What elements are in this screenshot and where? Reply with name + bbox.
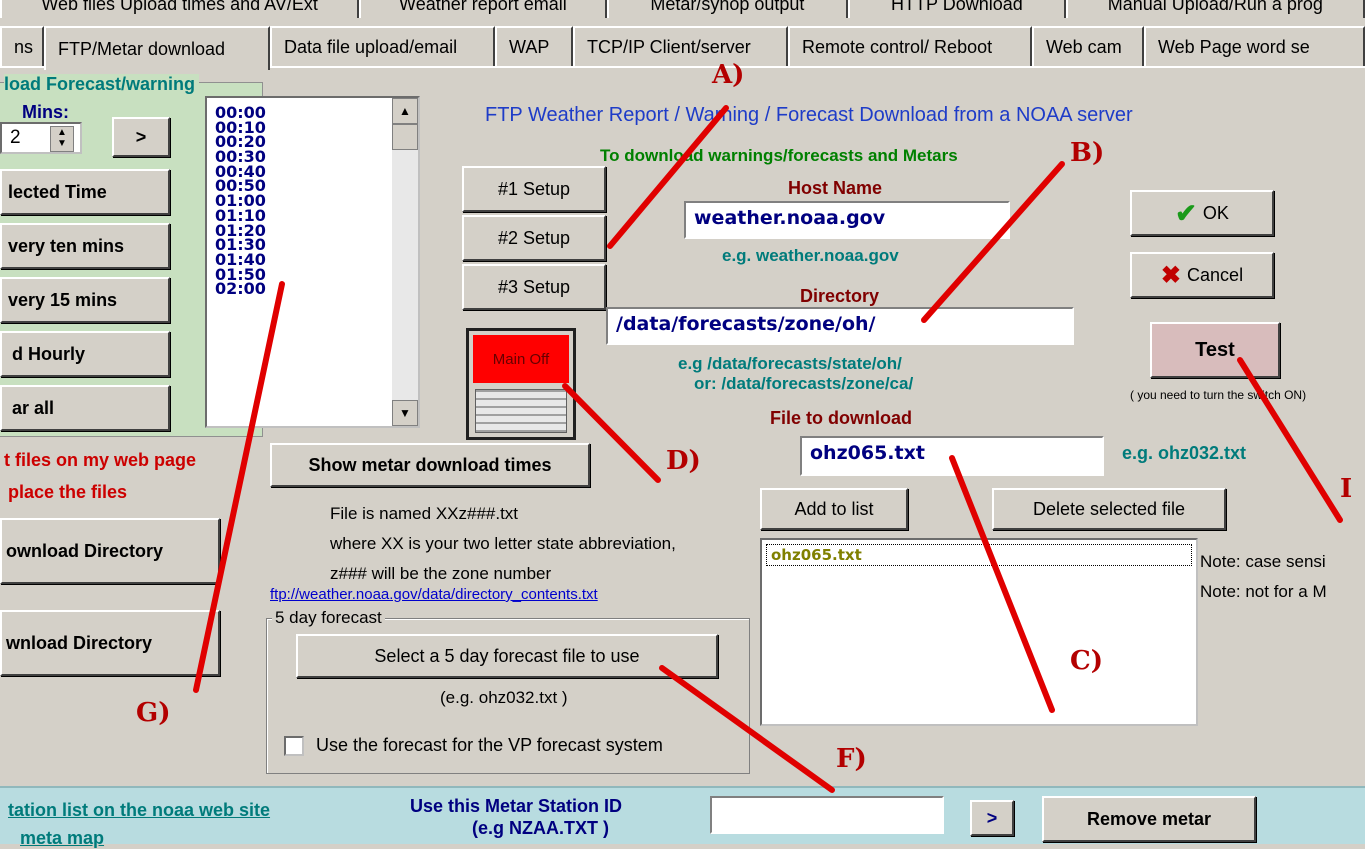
place-files-label: place the files — [8, 482, 128, 502]
tab-ftp-metar-download[interactable]: FTP/Metar download — [44, 26, 270, 70]
annotation-g: G) — [136, 698, 171, 728]
annotation-i: I — [1340, 474, 1353, 504]
directory-label: Directory — [800, 286, 880, 306]
naming-note-1: File is named XXz###.txt — [330, 504, 519, 523]
naming-note-3: z### will be the zone number — [330, 564, 552, 583]
spin-up-down-icon[interactable]: ▲ ▼ — [50, 126, 74, 152]
cancel-button[interactable]: ✖ Cancel — [1130, 252, 1274, 298]
five-day-example: (e.g. ohz032.txt ) — [440, 688, 568, 707]
page-title: FTP Weather Report / Warning / Forecast … — [485, 104, 1133, 126]
tab-web-cam[interactable]: Web cam — [1032, 26, 1144, 66]
every-ten-mins-button[interactable]: very ten mins — [0, 223, 170, 269]
annotation-line-i — [1237, 357, 1343, 523]
host-example: e.g. weather.noaa.gov — [722, 246, 899, 265]
directory-contents-link[interactable]: ftp://weather.noaa.gov/data/directory_co… — [270, 586, 598, 603]
host-name-label: Host Name — [788, 178, 883, 198]
mins-label: Mins: — [22, 102, 69, 122]
tab-metar-synop-output[interactable]: Metar/synop output — [606, 0, 849, 18]
file-list[interactable]: ohz065.txt — [760, 538, 1198, 726]
directory-example-1: e.g /data/forecasts/state/oh/ — [678, 354, 902, 373]
annotation-a: A) — [712, 60, 745, 90]
download-directory-button-2[interactable]: wnload Directory — [0, 610, 220, 676]
file-example: e.g. ohz032.txt — [1122, 443, 1247, 463]
annotation-line-b — [921, 161, 1065, 323]
add-to-list-button[interactable]: Add to list — [760, 488, 908, 530]
scroll-down-icon[interactable]: ▼ — [392, 400, 418, 426]
web-page-files-label: t files on my web page — [4, 450, 197, 470]
mins-next-button[interactable]: > — [112, 117, 170, 157]
list-item[interactable]: 02:00 — [215, 281, 266, 297]
show-metar-times-button[interactable]: Show metar download times — [270, 443, 590, 487]
hourly-button[interactable]: d Hourly — [0, 331, 170, 377]
tab-http-download[interactable]: HTTP Download — [848, 0, 1066, 18]
scroll-thumb[interactable] — [392, 124, 418, 150]
note-case-sensitive: Note: case sensi — [1200, 552, 1326, 571]
tab-web-page-word[interactable]: Web Page word se — [1144, 26, 1365, 66]
naming-note-2: where XX is your two letter state abbrev… — [330, 534, 676, 553]
setup-1-button[interactable]: #1 Setup — [462, 166, 606, 212]
annotation-f: F) — [836, 744, 867, 774]
clear-all-button[interactable]: ar all — [0, 385, 170, 431]
metar-station-input[interactable] — [710, 796, 944, 834]
scroll-up-icon[interactable]: ▲ — [392, 98, 418, 124]
meta-map-link[interactable]: meta map — [20, 828, 104, 849]
setup-3-button[interactable]: #3 Setup — [462, 264, 606, 310]
five-day-legend: 5 day forecast — [272, 608, 385, 628]
time-list[interactable]: 00:00 00:10 00:20 00:30 00:40 00:50 01:00 01:10… — [205, 96, 420, 428]
metar-next-button[interactable]: > — [970, 800, 1014, 836]
tab-remote-control[interactable]: Remote control/ Reboot — [788, 26, 1032, 66]
tab-web-files[interactable]: Web files Upload times and AV/Ext — [0, 0, 360, 18]
every-15-mins-button[interactable]: very 15 mins — [0, 277, 170, 323]
list-item[interactable]: ohz065.txt — [766, 544, 1192, 566]
main-tab-row: ns FTP/Metar download Data file upload/e… — [0, 26, 1365, 70]
list-scrollbar[interactable]: ▲ ▼ — [392, 98, 418, 426]
metar-example: (e.g NZAA.TXT ) — [472, 818, 609, 838]
tab-data-file-upload[interactable]: Data file upload/email — [270, 26, 495, 66]
tab-ns[interactable]: ns — [0, 26, 44, 66]
tab-tcpip[interactable]: TCP/IP Client/server — [573, 26, 788, 66]
tab-weather-report-email[interactable]: Weather report email — [359, 0, 607, 18]
vp-forecast-checkbox-label: Use the forecast for the VP forecast sys… — [316, 735, 663, 755]
directory-input[interactable]: /data/forecasts/zone/oh/ — [606, 307, 1074, 345]
annotation-b: B) — [1070, 138, 1105, 168]
annotation-d: D) — [666, 446, 701, 476]
forecast-timer-title: load Forecast/warning — [4, 74, 200, 95]
file-to-download-input[interactable]: ohz065.txt — [800, 436, 1104, 476]
test-button[interactable]: Test — [1150, 322, 1280, 378]
note-not-for-metar: Note: not for a M — [1200, 582, 1327, 601]
tab-manual-upload[interactable]: Manual Upload/Run a prog — [1065, 0, 1365, 18]
directory-example-2: or: /data/forecasts/zone/ca/ — [694, 374, 914, 393]
top-tab-row: Web files Upload times and AV/Ext Weathe… — [0, 0, 1365, 26]
annotation-c: C) — [1070, 646, 1103, 676]
select-five-day-file-button[interactable]: Select a 5 day forecast file to use — [296, 634, 718, 678]
main-switch[interactable]: Main Off — [466, 328, 576, 440]
download-directory-button-1[interactable]: ownload Directory — [0, 518, 220, 584]
metar-station-label: Use this Metar Station ID — [410, 796, 623, 816]
vp-forecast-checkbox[interactable] — [284, 736, 304, 756]
test-note: ( you need to turn the switch ON) — [1130, 388, 1307, 402]
switch-lever — [475, 389, 567, 433]
file-to-download-label: File to download — [770, 408, 912, 428]
host-name-input[interactable]: weather.noaa.gov — [684, 201, 1010, 239]
remove-metar-button[interactable]: Remove metar — [1042, 796, 1256, 842]
cross-icon: ✖ — [1160, 261, 1182, 289]
station-list-link[interactable]: tation list on the noaa web site — [8, 800, 270, 821]
ok-button[interactable]: ✔ OK — [1130, 190, 1274, 236]
setup-2-button[interactable]: #2 Setup — [462, 215, 606, 261]
selected-time-button[interactable]: lected Time — [0, 169, 170, 215]
tab-wap[interactable]: WAP — [495, 26, 573, 66]
checkmark-icon: ✔ — [1175, 197, 1197, 228]
mins-spinner[interactable]: 2 ▲ ▼ — [0, 122, 82, 154]
download-subtitle: To download warnings/forecasts and Metar… — [600, 146, 958, 165]
delete-selected-file-button[interactable]: Delete selected file — [992, 488, 1226, 530]
